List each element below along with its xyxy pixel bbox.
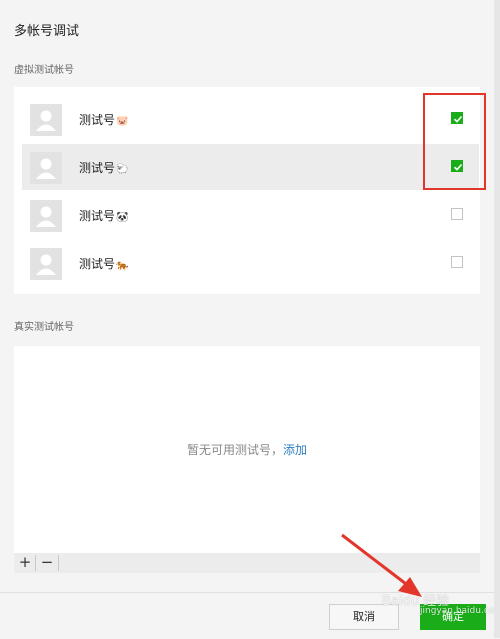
account-name: 测试号🐑 [79, 161, 129, 175]
sheep-emoji-icon: 🐑 [116, 164, 129, 175]
account-name: 测试号🐅 [79, 257, 129, 271]
virtual-accounts-panel: 测试号🐷 测试号🐑 测试号🐼 测试号🐅 [14, 87, 480, 294]
toolbar-divider [35, 555, 36, 571]
empty-state-message: 暂无可用测试号，添加 [14, 441, 480, 458]
remove-icon[interactable]: − [37, 553, 57, 573]
account-checkbox[interactable] [451, 208, 463, 220]
empty-state-text: 暂无可用测试号， [186, 443, 283, 457]
account-row[interactable]: 测试号🐅 [22, 240, 479, 286]
pig-emoji-icon: 🐷 [116, 116, 129, 127]
toolbar-divider [58, 555, 59, 571]
avatar-placeholder-icon [30, 200, 62, 232]
multi-account-debug-dialog: 多帐号调试 虚拟测试帐号 测试号🐷 测试号🐑 测试号🐼 测试号🐅 真实测试帐号 … [0, 0, 500, 639]
panda-emoji-icon: 🐼 [116, 212, 129, 223]
annotation-highlight-box [423, 93, 486, 190]
virtual-accounts-label: 虚拟测试帐号 [14, 65, 74, 76]
account-row[interactable]: 测试号🐑 [22, 144, 479, 190]
add-icon[interactable]: + [15, 553, 35, 573]
window-edge [494, 0, 500, 638]
add-account-link[interactable]: 添加 [283, 443, 307, 457]
real-accounts-panel: 暂无可用测试号，添加 [14, 346, 480, 553]
dialog-title: 多帐号调试 [14, 24, 80, 39]
avatar-placeholder-icon [30, 248, 62, 280]
avatar-placeholder-icon [30, 152, 62, 184]
avatar-placeholder-icon [30, 104, 62, 136]
account-checkbox[interactable] [451, 256, 463, 268]
real-accounts-label: 真实测试帐号 [14, 322, 74, 333]
baidu-watermark: Baidu 经验 jingyan.baidu.com [382, 594, 500, 616]
account-name: 测试号🐷 [79, 113, 129, 127]
account-row[interactable]: 测试号🐼 [22, 192, 479, 238]
account-row[interactable]: 测试号🐷 [22, 96, 479, 142]
account-name: 测试号🐼 [79, 209, 129, 223]
tiger-emoji-icon: 🐅 [116, 260, 129, 271]
